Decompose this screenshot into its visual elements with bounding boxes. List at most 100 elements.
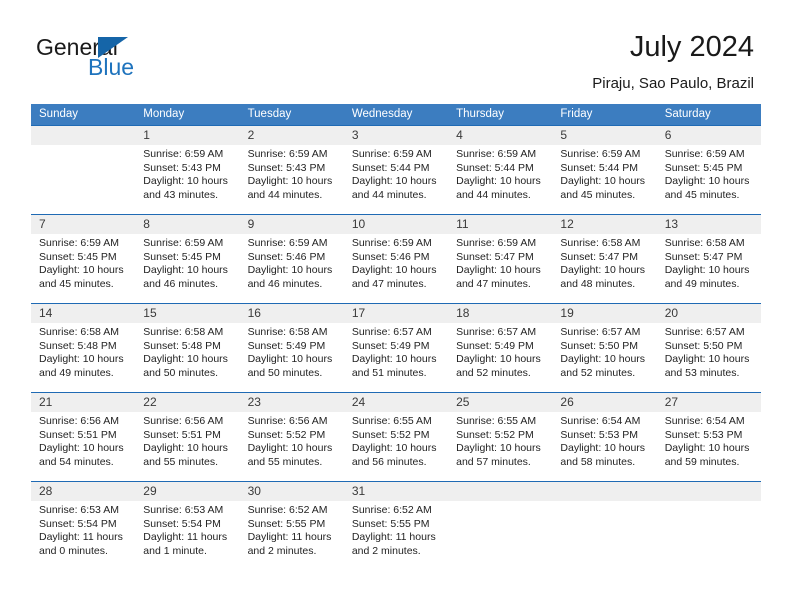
day-cell[interactable]: Sunrise: 6:54 AM Sunset: 5:53 PM Dayligh… <box>552 412 656 481</box>
day-cell[interactable]: Sunrise: 6:59 AM Sunset: 5:43 PM Dayligh… <box>240 145 344 214</box>
daylight-line-cont: and 53 minutes. <box>664 366 740 379</box>
sunset-line: Sunset: 5:47 PM <box>560 250 639 263</box>
weekday-header-friday: Friday <box>560 108 593 120</box>
week-row: 21 22 23 24 25 26 27 Sunrise: 6:56 AM Su… <box>31 392 761 481</box>
daylight-line-cont: and 45 minutes. <box>39 277 114 290</box>
day-cell[interactable]: Sunrise: 6:58 AM Sunset: 5:48 PM Dayligh… <box>135 323 239 392</box>
daylight-line-cont: and 50 minutes. <box>143 366 218 379</box>
sunrise-line: Sunrise: 6:59 AM <box>143 148 224 160</box>
day-number: 31 <box>351 484 366 498</box>
day-cell[interactable]: Sunrise: 6:53 AM Sunset: 5:54 PM Dayligh… <box>31 501 135 570</box>
day-cell[interactable]: Sunrise: 6:52 AM Sunset: 5:55 PM Dayligh… <box>240 501 344 570</box>
day-cell[interactable]: Sunrise: 6:59 AM Sunset: 5:44 PM Dayligh… <box>344 145 448 214</box>
day-number: 13 <box>664 217 679 231</box>
day-cell[interactable]: Sunrise: 6:58 AM Sunset: 5:47 PM Dayligh… <box>657 234 761 303</box>
general-blue-logo[interactable]: General Blue <box>36 36 236 86</box>
day-cell[interactable]: Sunrise: 6:57 AM Sunset: 5:49 PM Dayligh… <box>344 323 448 392</box>
day-number: 2 <box>247 128 255 142</box>
day-cell[interactable]: Sunrise: 6:56 AM Sunset: 5:52 PM Dayligh… <box>240 412 344 481</box>
day-number: 19 <box>560 306 574 320</box>
day-cell[interactable]: Sunrise: 6:57 AM Sunset: 5:49 PM Dayligh… <box>448 323 552 392</box>
day-cell[interactable]: Sunrise: 6:53 AM Sunset: 5:54 PM Dayligh… <box>135 501 239 570</box>
daylight-line: Daylight: 10 hours <box>247 175 333 188</box>
daylight-line: Daylight: 10 hours <box>39 442 124 455</box>
sunset-line: Sunset: 5:47 PM <box>456 250 534 263</box>
weekday-header-monday: Monday <box>143 108 185 120</box>
daylight-line-cont: and 47 minutes. <box>351 277 427 290</box>
sunset-line: Sunset: 5:51 PM <box>143 428 221 441</box>
day-cell[interactable]: Sunrise: 6:52 AM Sunset: 5:55 PM Dayligh… <box>344 501 448 570</box>
daylight-line-cont: and 46 minutes. <box>143 277 218 290</box>
sunset-line: Sunset: 5:45 PM <box>143 250 221 263</box>
day-cell[interactable]: Sunrise: 6:59 AM Sunset: 5:47 PM Dayligh… <box>448 234 552 303</box>
sunrise-line: Sunrise: 6:59 AM <box>247 148 328 160</box>
daylight-line-cont: and 45 minutes. <box>664 188 740 201</box>
sunrise-line: Sunrise: 6:57 AM <box>351 326 432 338</box>
sunset-line: Sunset: 5:50 PM <box>664 339 743 352</box>
day-number: 3 <box>351 128 359 142</box>
daylight-line: Daylight: 10 hours <box>143 175 228 188</box>
day-cell[interactable]: Sunrise: 6:58 AM Sunset: 5:47 PM Dayligh… <box>552 234 656 303</box>
day-number: 14 <box>39 306 53 320</box>
daylight-line: Daylight: 10 hours <box>456 353 541 366</box>
week-detail-band: Sunrise: 6:53 AM Sunset: 5:54 PM Dayligh… <box>31 501 761 570</box>
daylight-line: Daylight: 10 hours <box>560 175 646 188</box>
daylight-line: Daylight: 11 hours <box>351 531 436 544</box>
daylight-line: Daylight: 11 hours <box>39 531 123 544</box>
sunset-line: Sunset: 5:52 PM <box>456 428 534 441</box>
daylight-line-cont: and 46 minutes. <box>247 277 323 290</box>
daylight-line-cont: and 2 minutes. <box>247 544 317 557</box>
day-cell[interactable]: Sunrise: 6:55 AM Sunset: 5:52 PM Dayligh… <box>448 412 552 481</box>
sunrise-line: Sunrise: 6:55 AM <box>456 415 537 427</box>
daylight-line: Daylight: 10 hours <box>247 264 333 277</box>
day-cell[interactable]: Sunrise: 6:56 AM Sunset: 5:51 PM Dayligh… <box>135 412 239 481</box>
weekday-header-saturday: Saturday <box>664 108 711 120</box>
location-subtitle: Piraju, Sao Paulo, Brazil <box>592 75 754 92</box>
day-cell[interactable] <box>31 145 135 214</box>
day-cell[interactable]: Sunrise: 6:58 AM Sunset: 5:49 PM Dayligh… <box>240 323 344 392</box>
calendar-grid: Sunday Monday Tuesday Wednesday Thursday… <box>31 104 761 570</box>
sunset-line: Sunset: 5:54 PM <box>39 517 117 530</box>
day-cell[interactable]: Sunrise: 6:59 AM Sunset: 5:46 PM Dayligh… <box>344 234 448 303</box>
day-cell[interactable]: Sunrise: 6:59 AM Sunset: 5:44 PM Dayligh… <box>552 145 656 214</box>
day-cell[interactable]: Sunrise: 6:57 AM Sunset: 5:50 PM Dayligh… <box>657 323 761 392</box>
daylight-line-cont: and 52 minutes. <box>456 366 531 379</box>
sunrise-line: Sunrise: 6:53 AM <box>39 504 119 516</box>
day-cell[interactable]: Sunrise: 6:59 AM Sunset: 5:45 PM Dayligh… <box>31 234 135 303</box>
sunrise-line: Sunrise: 6:58 AM <box>247 326 328 338</box>
day-cell[interactable]: Sunrise: 6:55 AM Sunset: 5:52 PM Dayligh… <box>344 412 448 481</box>
sunset-line: Sunset: 5:43 PM <box>143 161 221 174</box>
day-cell[interactable] <box>448 501 552 570</box>
day-cell[interactable]: Sunrise: 6:54 AM Sunset: 5:53 PM Dayligh… <box>657 412 761 481</box>
daylight-line: Daylight: 10 hours <box>351 175 437 188</box>
day-cell[interactable]: Sunrise: 6:58 AM Sunset: 5:48 PM Dayligh… <box>31 323 135 392</box>
day-cell[interactable]: Sunrise: 6:59 AM Sunset: 5:45 PM Dayligh… <box>135 234 239 303</box>
day-cell[interactable]: Sunrise: 6:59 AM Sunset: 5:44 PM Dayligh… <box>448 145 552 214</box>
sunrise-line: Sunrise: 6:58 AM <box>39 326 119 338</box>
daylight-line-cont: and 57 minutes. <box>456 455 531 468</box>
day-number: 7 <box>39 217 46 231</box>
day-cell[interactable]: Sunrise: 6:59 AM Sunset: 5:45 PM Dayligh… <box>657 145 761 214</box>
sunset-line: Sunset: 5:47 PM <box>664 250 743 263</box>
day-number <box>552 482 656 501</box>
sunrise-line: Sunrise: 6:53 AM <box>143 504 224 516</box>
sunrise-line: Sunrise: 6:54 AM <box>560 415 641 427</box>
day-cell[interactable] <box>657 501 761 570</box>
day-number: 5 <box>560 128 568 142</box>
daylight-line-cont: and 44 minutes. <box>247 188 323 201</box>
sunset-line: Sunset: 5:43 PM <box>247 161 326 174</box>
day-number: 18 <box>456 306 470 320</box>
sunrise-line: Sunrise: 6:59 AM <box>560 148 641 160</box>
sunrise-line: Sunrise: 6:58 AM <box>143 326 224 338</box>
sunrise-line: Sunrise: 6:59 AM <box>143 237 224 249</box>
day-cell[interactable]: Sunrise: 6:59 AM Sunset: 5:43 PM Dayligh… <box>135 145 239 214</box>
sunrise-line: Sunrise: 6:56 AM <box>247 415 328 427</box>
daylight-line: Daylight: 11 hours <box>247 531 332 544</box>
day-cell[interactable]: Sunrise: 6:56 AM Sunset: 5:51 PM Dayligh… <box>31 412 135 481</box>
page-title: July 2024 <box>629 31 754 63</box>
day-cell[interactable] <box>552 501 656 570</box>
day-cell[interactable]: Sunrise: 6:57 AM Sunset: 5:50 PM Dayligh… <box>552 323 656 392</box>
day-number: 11 <box>456 217 469 231</box>
day-cell[interactable]: Sunrise: 6:59 AM Sunset: 5:46 PM Dayligh… <box>240 234 344 303</box>
day-number: 29 <box>143 484 157 498</box>
